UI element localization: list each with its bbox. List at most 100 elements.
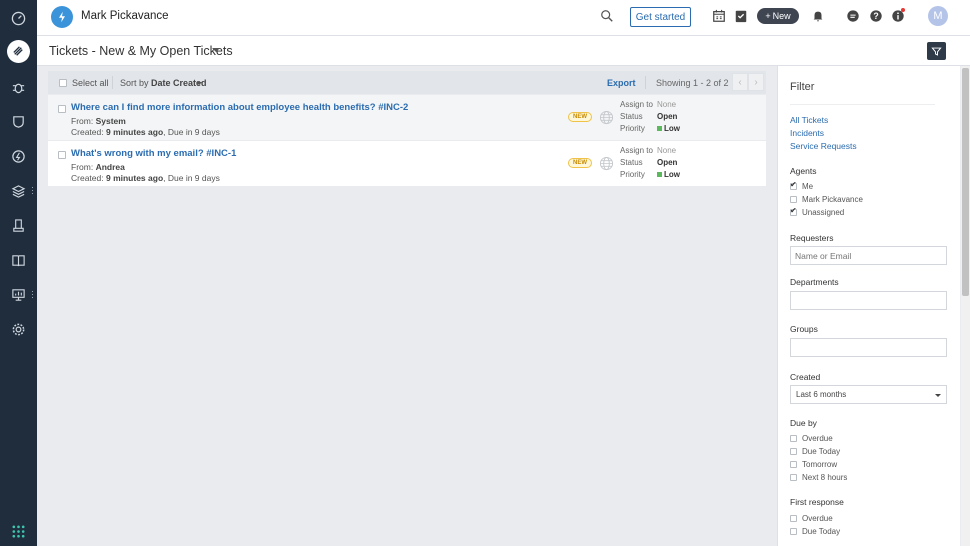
ticket-row[interactable]: What's wrong with my email? #INC-1 From:… [48, 140, 766, 186]
admin-gear-icon[interactable] [7, 318, 30, 341]
new-button-label: New [772, 11, 791, 21]
new-button[interactable]: + New [757, 8, 799, 24]
select-all-label[interactable]: Select all [72, 78, 109, 88]
divider [790, 104, 935, 105]
filter-toggle-button[interactable] [927, 42, 946, 60]
changes-icon[interactable] [7, 110, 30, 133]
problems-icon[interactable] [7, 76, 30, 99]
due-by-option[interactable]: Next 8 hours [790, 473, 847, 482]
created-select[interactable]: Last 6 months [790, 385, 947, 404]
checkbox[interactable] [790, 515, 797, 522]
created-label: Created: [71, 173, 104, 183]
first-response-label: First response [790, 497, 844, 507]
priority-value[interactable]: Low [657, 124, 680, 133]
filter-link-service-requests[interactable]: Service Requests [790, 141, 857, 151]
reports-icon[interactable] [7, 283, 30, 306]
apps-grid-icon[interactable] [7, 520, 30, 543]
view-dropdown-chevron-icon[interactable] [212, 48, 220, 52]
next-page-chevron-icon[interactable]: › [748, 73, 764, 91]
due-by-option[interactable]: Overdue [790, 434, 833, 443]
releases-icon[interactable] [7, 145, 30, 168]
due-by-option[interactable]: Due Today [790, 447, 840, 456]
funnel-icon [931, 47, 942, 56]
status-value[interactable]: Open [657, 158, 677, 167]
workspace-name: Mark Pickavance [81, 10, 169, 22]
ticket-checkbox[interactable] [58, 151, 66, 159]
option-label: Next 8 hours [802, 473, 848, 482]
tickets-icon[interactable] [7, 40, 30, 63]
checkbox[interactable] [790, 196, 797, 203]
get-started-button[interactable]: Get started [630, 7, 691, 27]
departments-input[interactable] [790, 291, 947, 310]
groups-input[interactable] [790, 338, 947, 357]
status-label: Status [620, 112, 643, 121]
select-all-checkbox[interactable] [59, 79, 67, 87]
due-by-option[interactable]: Tomorrow [790, 460, 837, 469]
app-logo-icon[interactable] [51, 6, 73, 28]
due-by-label: Due by [790, 418, 817, 428]
agent-option-me[interactable]: Me [790, 180, 813, 191]
todo-checklist-icon[interactable] [734, 9, 748, 23]
sort-chevron-down-icon[interactable] [196, 82, 202, 85]
checkbox[interactable] [790, 474, 797, 481]
scrollbar-thumb[interactable] [962, 68, 969, 296]
notifications-bell-icon[interactable] [811, 9, 825, 23]
divider [645, 76, 646, 89]
agent-option-mark[interactable]: Mark Pickavance [790, 195, 863, 204]
due-value: , Due in 9 days [163, 127, 220, 137]
search-icon[interactable] [600, 9, 614, 26]
solutions-icon[interactable] [7, 249, 30, 272]
first-response-option[interactable]: Due Today [790, 527, 840, 536]
dashboard-icon[interactable] [7, 7, 30, 30]
divider [112, 76, 113, 89]
priority-label: Priority [620, 124, 645, 133]
from-value: System [95, 116, 126, 126]
assign-to-value[interactable]: None [657, 100, 676, 109]
sort-prefix: Sort by [120, 78, 149, 88]
from-value: Andrea [95, 162, 125, 172]
sort-dropdown[interactable]: Sort by Date Created [120, 78, 207, 88]
requesters-input[interactable] [790, 246, 947, 265]
checkbox[interactable] [790, 435, 797, 442]
ticket-created: Created: 9 minutes ago, Due in 9 days [71, 173, 220, 183]
option-label: Due Today [802, 447, 841, 456]
ticket-subject-link[interactable]: What's wrong with my email? #INC-1 [71, 148, 236, 159]
ticket-checkbox[interactable] [58, 105, 66, 113]
page-title[interactable]: Tickets - New & My Open Tickets [49, 44, 233, 58]
agents-label: Agents [790, 166, 817, 176]
chat-icon[interactable] [846, 9, 860, 23]
checkbox[interactable] [790, 528, 797, 535]
avatar[interactable]: M [928, 6, 948, 26]
list-toolbar: Select all Sort by Date Created Export S… [48, 71, 766, 94]
plus-icon: + [765, 11, 771, 21]
created-select-value: Last 6 months [796, 390, 847, 399]
export-link[interactable]: Export [607, 78, 636, 88]
assets-icon[interactable] [7, 180, 30, 203]
assign-to-value[interactable]: None [657, 146, 676, 155]
ticket-row[interactable]: Where can I find more information about … [48, 94, 766, 140]
priority-label: Priority [620, 170, 645, 179]
ticket-subject-link[interactable]: Where can I find more information about … [71, 102, 408, 113]
checkbox[interactable] [790, 461, 797, 468]
assets-more-icon[interactable]: · · · [31, 183, 34, 198]
status-value[interactable]: Open [657, 112, 677, 121]
filter-scrollbar[interactable] [961, 66, 970, 546]
created-value: 9 minutes ago [105, 127, 164, 137]
checkbox-checked[interactable] [790, 180, 797, 190]
filter-link-incidents[interactable]: Incidents [790, 128, 824, 138]
contracts-icon[interactable] [7, 214, 30, 237]
assign-to-label: Assign to [620, 100, 653, 109]
help-icon[interactable]: ? [869, 9, 883, 23]
top-bar: Mark Pickavance Get started + New ? M [37, 0, 970, 36]
checkbox[interactable] [790, 448, 797, 455]
prev-page-chevron-icon[interactable]: ‹ [732, 73, 748, 91]
left-nav: · · · · · · [0, 0, 37, 546]
agent-option-unassigned[interactable]: Unassigned [790, 206, 844, 217]
priority-value[interactable]: Low [657, 170, 680, 179]
calendar-icon[interactable] [712, 9, 726, 23]
filter-link-all-tickets[interactable]: All Tickets [790, 115, 828, 125]
reports-more-icon[interactable]: · · · [31, 287, 34, 302]
pagination-info: Showing 1 - 2 of 2 [656, 78, 729, 88]
checkbox-checked[interactable] [790, 206, 797, 216]
first-response-option[interactable]: Overdue [790, 514, 833, 523]
